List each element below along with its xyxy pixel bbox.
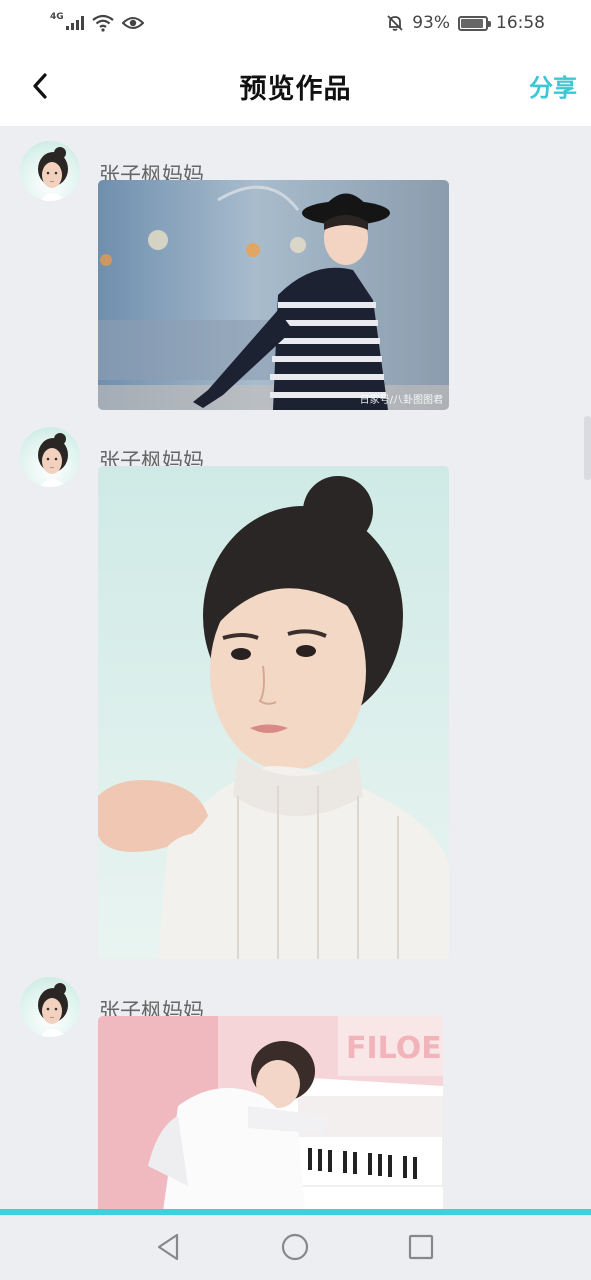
nav-back-button[interactable]: [153, 1231, 185, 1263]
nav-recent-button[interactable]: [405, 1231, 437, 1263]
status-left: 4G: [50, 12, 144, 32]
battery-icon: [458, 15, 491, 31]
bell-off-icon: [387, 15, 403, 31]
status-bar: 4G 93% 16:58: [0, 0, 591, 46]
post-photo[interactable]: 日家号/八卦图图君: [98, 180, 449, 410]
page-title: 预览作品: [239, 73, 352, 105]
signal-icon: [65, 16, 84, 30]
works-feed: 张子枫妈妈 日家号/八卦图图君 张子枫妈妈 张子枫妈妈 FILOE: [0, 126, 591, 1210]
status-right: 93% 16:58: [386, 13, 545, 33]
post-photo[interactable]: [98, 466, 449, 959]
share-button[interactable]: 分享: [529, 68, 577, 103]
photo-sign-text: FILOE: [346, 1031, 442, 1066]
chevron-left-icon: [33, 73, 47, 99]
system-nav-bar: [0, 1215, 591, 1280]
nav-bar: 预览作品 分享: [0, 46, 591, 126]
avatar[interactable]: [20, 977, 80, 1037]
avatar[interactable]: [20, 427, 80, 487]
back-button[interactable]: [22, 68, 58, 104]
battery-percent: 93%: [412, 13, 450, 33]
triangle-back-icon: [157, 1233, 179, 1261]
network-type: 4G: [50, 12, 64, 22]
clock: 16:58: [496, 13, 545, 33]
wifi-icon: [91, 14, 114, 32]
avatar[interactable]: [20, 141, 80, 201]
post-photo[interactable]: FILOE: [98, 1016, 443, 1210]
scroll-indicator[interactable]: [584, 416, 591, 480]
nav-home-button[interactable]: [279, 1231, 311, 1263]
square-recent-icon: [408, 1234, 434, 1260]
photo-watermark: 日家号/八卦图图君: [359, 395, 443, 406]
eye-icon: [121, 17, 144, 29]
circle-home-icon: [281, 1233, 309, 1261]
